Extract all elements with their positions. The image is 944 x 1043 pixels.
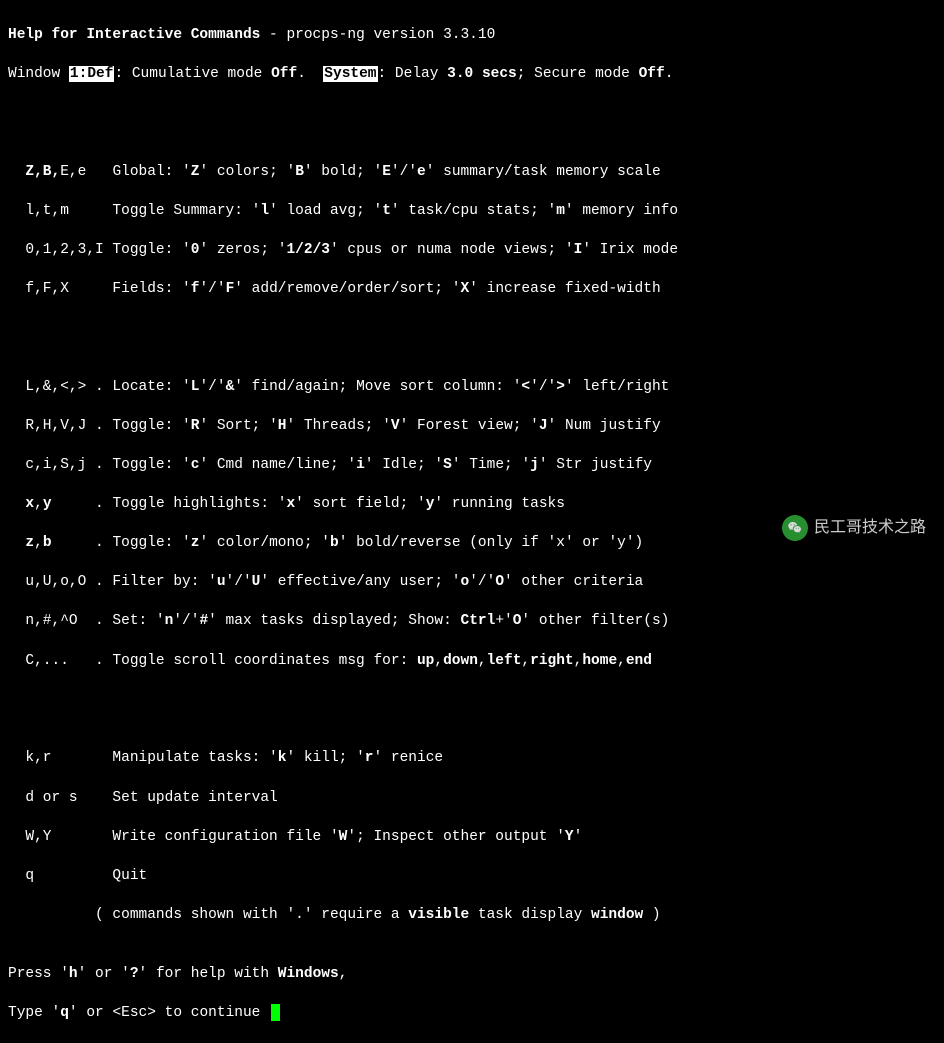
help-row: Z,B,E,e Global: 'Z' colors; 'B' bold; 'E… xyxy=(8,163,936,183)
help-row: z,b . Toggle: 'z' color/mono; 'b' bold/r… xyxy=(8,534,936,554)
version-text: procps-ng version 3.3.10 xyxy=(286,27,495,43)
subheader-line: Window 1:Def: Cumulative mode Off. Syste… xyxy=(8,65,936,85)
cumulative-mode-state: Off xyxy=(271,66,297,82)
blank-line xyxy=(8,691,936,711)
help-row: R,H,V,J . Toggle: 'R' Sort; 'H' Threads;… xyxy=(8,417,936,437)
cursor-icon xyxy=(271,1004,280,1021)
blank-line xyxy=(8,104,936,124)
secure-mode-state: Off xyxy=(639,66,665,82)
help-row: f,F,X Fields: 'f'/'F' add/remove/order/s… xyxy=(8,280,936,300)
help-row: L,&,<,> . Locate: 'L'/'&' find/again; Mo… xyxy=(8,378,936,398)
help-row: n,#,^O . Set: 'n'/'#' max tasks displaye… xyxy=(8,612,936,632)
delay-value: 3.0 xyxy=(447,66,473,82)
footer-line-1: Press 'h' or '?' for help with Windows, xyxy=(8,965,936,985)
help-row: W,Y Write configuration file 'W'; Inspec… xyxy=(8,828,936,848)
help-note: ( commands shown with '.' require a visi… xyxy=(8,906,936,926)
terminal-help-screen: Help for Interactive Commands - procps-n… xyxy=(8,6,936,1043)
help-row: l,t,m Toggle Summary: 'l' load avg; 't' … xyxy=(8,202,936,222)
blank-line xyxy=(8,319,936,339)
help-row: d or s Set update interval xyxy=(8,789,936,809)
window-id: 1:Def xyxy=(69,66,115,82)
help-row: c,i,S,j . Toggle: 'c' Cmd name/line; 'i'… xyxy=(8,456,936,476)
footer-line-2: Type 'q' or <Esc> to continue xyxy=(8,1004,936,1024)
help-title: Help for Interactive Commands xyxy=(8,27,260,43)
help-row: C,... . Toggle scroll coordinates msg fo… xyxy=(8,652,936,672)
system-label: System xyxy=(323,66,377,82)
help-row: k,r Manipulate tasks: 'k' kill; 'r' reni… xyxy=(8,749,936,769)
header-line: Help for Interactive Commands - procps-n… xyxy=(8,26,936,46)
help-row: 0,1,2,3,I Toggle: '0' zeros; '1/2/3' cpu… xyxy=(8,241,936,261)
help-row: q Quit xyxy=(8,867,936,887)
help-row: x,y . Toggle highlights: 'x' sort field;… xyxy=(8,495,936,515)
help-row: u,U,o,O . Filter by: 'u'/'U' effective/a… xyxy=(8,573,936,593)
